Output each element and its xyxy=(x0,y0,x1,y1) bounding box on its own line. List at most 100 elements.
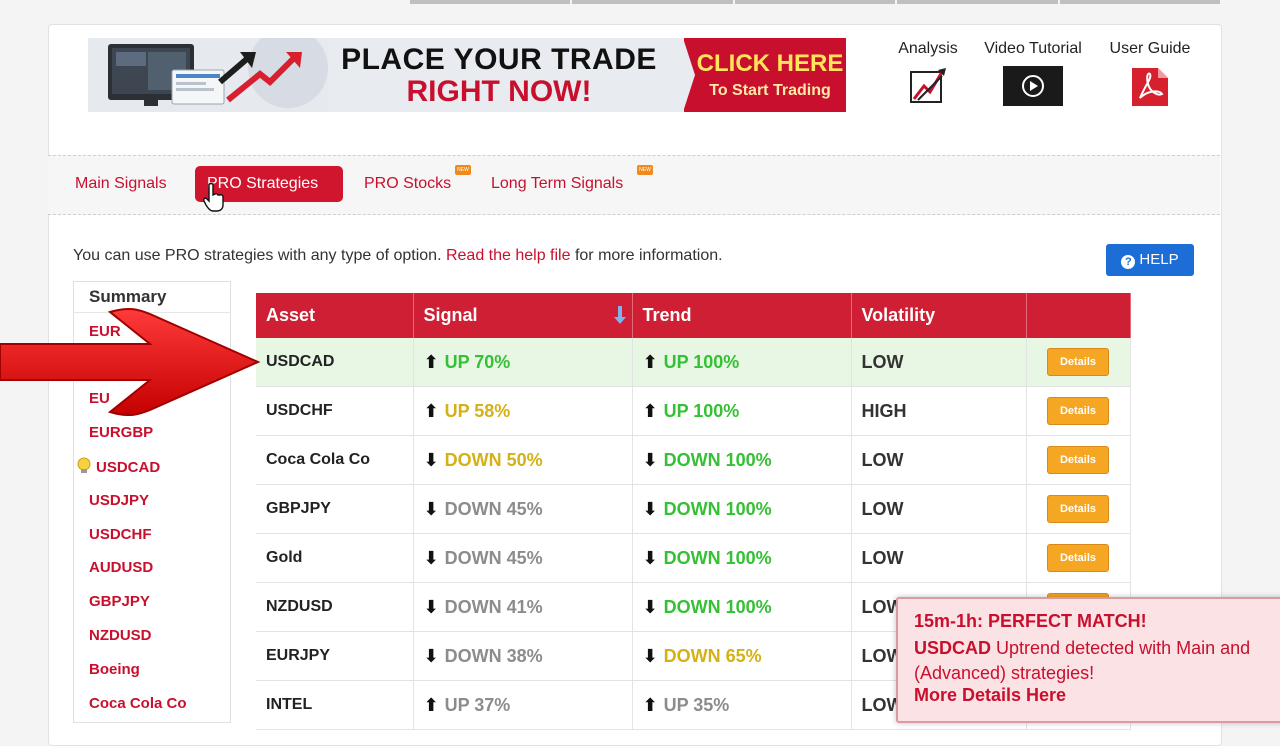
user-guide-label: User Guide xyxy=(1109,40,1191,57)
details-button[interactable]: Details xyxy=(1047,446,1109,474)
hand-cursor-icon xyxy=(203,183,224,212)
volatility-cell: LOW xyxy=(851,435,1027,485)
start-trading-button[interactable]: CLICK HERE To Start Trading xyxy=(683,38,846,112)
column-header-trend[interactable]: Trend xyxy=(632,293,852,338)
down-arrow-icon: ⬇ xyxy=(642,498,658,519)
trend-cell: ⬇ DOWN 100% xyxy=(632,582,852,632)
down-arrow-icon: ⬇ xyxy=(423,498,439,519)
down-arrow-icon: ⬇ xyxy=(423,449,439,470)
actions-cell: Details xyxy=(1026,386,1131,436)
asset-cell: INTEL xyxy=(256,680,414,730)
sort-down-icon[interactable] xyxy=(613,305,626,325)
help-button[interactable]: ? HELP xyxy=(1106,244,1194,276)
analysis-label: Analysis xyxy=(898,40,958,57)
table-row[interactable]: USDCAD ⬆ UP 70% ⬆ UP 100% LOW Details xyxy=(256,338,1131,387)
details-button[interactable]: Details xyxy=(1047,495,1109,523)
info-prefix: You can use PRO strategies with any type… xyxy=(73,247,442,264)
signal-cell: ⬇ DOWN 38% xyxy=(413,631,633,681)
sidebar-item-audusd[interactable]: AUDUSD xyxy=(89,558,153,578)
table-row[interactable]: Gold ⬇ DOWN 45% ⬇ DOWN 100% LOW Details xyxy=(256,533,1131,583)
up-arrow-icon: ⬆ xyxy=(423,400,439,421)
column-header-asset[interactable]: Asset xyxy=(256,293,414,338)
signal-cell: ⬆ UP 58% xyxy=(413,386,633,436)
banner-headline-1: PLACE YOUR TRADE xyxy=(341,43,657,76)
pdf-icon xyxy=(1132,68,1168,106)
signal-cell: ⬇ DOWN 41% xyxy=(413,582,633,632)
trend-cell: ⬇ DOWN 100% xyxy=(632,533,852,583)
trend-value: DOWN 100% xyxy=(663,498,772,519)
trend-value: DOWN 100% xyxy=(663,449,772,470)
chart-pen-icon xyxy=(910,68,946,103)
trend-value: UP 35% xyxy=(663,694,730,715)
help-file-link[interactable]: Read the help file xyxy=(446,247,571,264)
details-button[interactable]: Details xyxy=(1047,544,1109,572)
help-label: HELP xyxy=(1139,251,1179,268)
trade-banner[interactable]: PLACE YOUR TRADE RIGHT NOW! CLICK HERE T… xyxy=(88,38,846,112)
column-header-volatility[interactable]: Volatility xyxy=(851,293,1027,338)
popup-details-link[interactable]: More Details Here xyxy=(914,685,1066,706)
trend-cell: ⬆ UP 100% xyxy=(632,338,852,387)
signal-value: DOWN 45% xyxy=(444,547,543,568)
signal-header-label: Signal xyxy=(423,305,478,325)
sidebar-item-usdjpy[interactable]: USDJPY xyxy=(89,491,149,511)
trend-value: DOWN 65% xyxy=(663,645,762,666)
down-arrow-icon: ⬇ xyxy=(642,449,658,470)
top-toolbar-strip xyxy=(410,0,1221,4)
trend-cell: ⬇ DOWN 100% xyxy=(632,435,852,485)
up-arrow-icon: ⬆ xyxy=(642,351,658,372)
actions-cell: Details xyxy=(1026,435,1131,485)
down-arrow-icon: ⬇ xyxy=(642,645,658,666)
tab-pro-stocks[interactable]: PRO Stocks xyxy=(350,166,465,202)
signal-value: DOWN 41% xyxy=(444,596,543,617)
up-arrow-icon: ⬆ xyxy=(423,351,439,372)
video-tutorial-link[interactable]: Video Tutorial xyxy=(976,40,1090,106)
popup-message-line1: Uptrend detected with Main and xyxy=(996,638,1251,658)
down-arrow-icon: ⬇ xyxy=(423,596,439,617)
popup-message-line2: (Advanced) strategies! xyxy=(914,663,1095,683)
volatility-cell: HIGH xyxy=(851,386,1027,436)
signal-value: DOWN 45% xyxy=(444,498,543,519)
sidebar-item-gbpjpy[interactable]: GBPJPY xyxy=(89,592,150,612)
sidebar-item-nzdusd[interactable]: NZDUSD xyxy=(89,626,152,646)
match-notification-popup[interactable]: 15m-1h: PERFECT MATCH! USDCAD Uptrend de… xyxy=(896,597,1280,723)
table-header-row: Asset Signal Trend Volatility xyxy=(256,293,1131,338)
signal-cell: ⬇ DOWN 45% xyxy=(413,484,633,534)
asset-cell: Gold xyxy=(256,533,414,583)
sidebar-item-coca-cola[interactable]: Coca Cola Co xyxy=(89,694,187,714)
trend-value: UP 100% xyxy=(663,351,740,372)
tab-main-signals[interactable]: Main Signals xyxy=(61,166,181,202)
table-row[interactable]: GBPJPY ⬇ DOWN 45% ⬇ DOWN 100% LOW Details xyxy=(256,484,1131,534)
signal-value: UP 70% xyxy=(444,351,511,372)
info-text: You can use PRO strategies with any type… xyxy=(73,247,723,265)
volatility-cell: LOW xyxy=(851,338,1027,387)
trend-cell: ⬇ DOWN 65% xyxy=(632,631,852,681)
table-row[interactable]: Coca Cola Co ⬇ DOWN 50% ⬇ DOWN 100% LOW Detail… xyxy=(256,435,1131,485)
signal-cell: ⬇ DOWN 45% xyxy=(413,533,633,583)
signal-cell: ⬆ UP 70% xyxy=(413,338,633,387)
signal-value: UP 37% xyxy=(444,694,511,715)
user-guide-link[interactable]: User Guide xyxy=(1102,40,1198,108)
sidebar-item-usdchf[interactable]: USDCHF xyxy=(89,525,152,545)
cta-subtitle: To Start Trading xyxy=(709,82,831,99)
sidebar-item-boeing[interactable]: Boeing xyxy=(89,660,140,680)
sidebar-item-usdcad[interactable]: USDCAD xyxy=(76,457,160,477)
tab-long-term-signals[interactable]: Long Term Signals xyxy=(477,166,637,202)
down-arrow-icon: ⬇ xyxy=(642,547,658,568)
info-suffix: for more information. xyxy=(574,247,723,264)
actions-cell: Details xyxy=(1026,484,1131,534)
banner-headline-2: RIGHT NOW! xyxy=(406,75,592,108)
details-button[interactable]: Details xyxy=(1047,397,1109,425)
signal-value: DOWN 38% xyxy=(444,645,543,666)
details-button[interactable]: Details xyxy=(1047,348,1109,376)
popup-message: USDCAD Uptrend detected with Main and (A… xyxy=(914,636,1274,686)
table-row[interactable]: USDCHF ⬆ UP 58% ⬆ UP 100% HIGH Details xyxy=(256,386,1131,436)
trend-cell: ⬆ UP 35% xyxy=(632,680,852,730)
down-arrow-icon: ⬇ xyxy=(423,547,439,568)
asset-cell: USDCHF xyxy=(256,386,414,436)
asset-cell: USDCAD xyxy=(256,338,414,387)
column-header-signal[interactable]: Signal xyxy=(413,293,633,338)
analysis-link[interactable]: Analysis xyxy=(890,40,966,104)
sidebar-item-eurgbp[interactable]: EURGBP xyxy=(89,423,153,443)
trading-screens-art xyxy=(88,38,328,112)
volatility-cell: LOW xyxy=(851,484,1027,534)
